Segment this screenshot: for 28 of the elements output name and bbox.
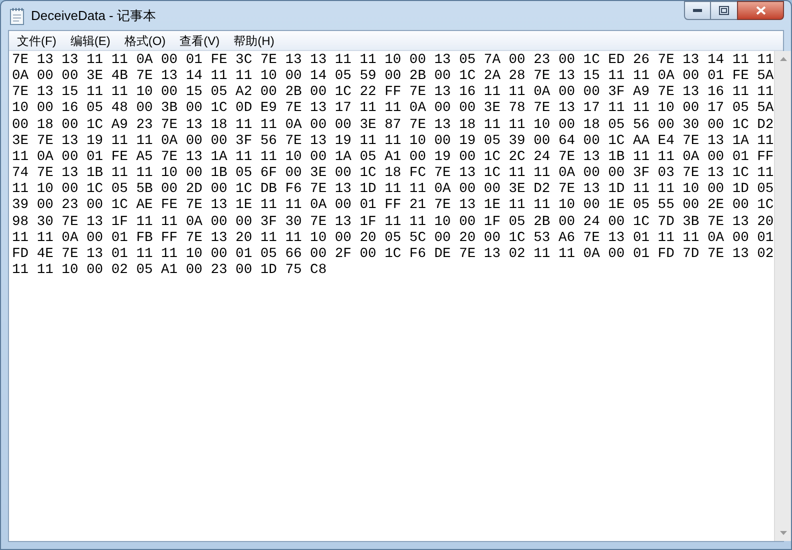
text-line: 0A 00 00 3E 4B 7E 13 14 11 11 10 00 14 05 59 00 2B 00 1C 2A 28 7E 13 15 11 11 0A 00 01 FE 5A (12, 69, 774, 86)
text-line: 7E 13 15 11 11 10 00 15 05 A2 00 2B 00 1C 22 FF 7E 13 16 11 11 0A 00 00 3F A9 7E 13 16 11 11 (12, 85, 774, 102)
text-line: 11 11 0A 00 01 FB FF 7E 13 20 11 11 10 00 20 05 5C 00 20 00 1C 53 A6 7E 13 01 11 11 0A 00 01 (12, 230, 774, 247)
minimize-button[interactable] (684, 1, 711, 20)
menu-item[interactable]: 文件(F) (11, 32, 62, 50)
menu-item[interactable]: 帮助(H) (228, 32, 280, 50)
maximize-button[interactable] (711, 1, 737, 20)
text-line: 11 11 10 00 02 05 A1 00 23 00 1D 75 C8 (12, 263, 327, 280)
menu-item[interactable]: 编辑(E) (64, 32, 116, 50)
notepad-icon (9, 6, 25, 25)
menu-item[interactable]: 查看(V) (174, 32, 226, 50)
vertical-scrollbar[interactable] (774, 51, 791, 541)
text-line: 10 00 16 05 48 00 3B 00 1C 0D E9 7E 13 17 11 11 0A 00 00 3E 78 7E 13 17 11 11 10 00 17 05 5A (12, 101, 774, 118)
text-line: 39 00 23 00 1C AE FE 7E 13 1E 11 11 0A 00 01 FF 21 7E 13 1E 11 11 10 00 1E 05 55 00 2E 00 1C (12, 198, 774, 215)
text-line: 11 0A 00 01 FE A5 7E 13 1A 11 11 10 00 1A 05 A1 00 19 00 1C 2C 24 7E 13 1B 11 11 0A 00 01 FF (12, 150, 774, 166)
text-line: FD 4E 7E 13 01 11 11 10 00 01 05 66 00 2F 00 1C F6 DE 7E 13 02 11 11 0A 00 01 FD 7D 7E 13 02 (12, 246, 774, 264)
text-line: 11 10 00 1C 05 5B 00 2D 00 1C DB F6 7E 13 1D 11 11 0A 00 00 3E D2 7E 13 1D 11 11 10 00 1D 05 (12, 182, 774, 198)
menu-item[interactable]: 格式(O) (118, 32, 172, 50)
close-icon (756, 6, 766, 15)
text-line: 00 18 00 1C A9 23 7E 13 18 11 11 0A 00 00 3E 87 7E 13 18 11 11 10 00 18 05 56 00 30 00 1C D2 (12, 118, 774, 134)
text-line: 98 30 7E 13 1F 11 11 0A 00 00 3F 30 7E 13 1F 11 11 10 00 1F 05 2B 00 24 00 1C 7D 3B 7E 13 20 (12, 214, 774, 231)
text-line: 3E 7E 13 19 11 11 0A 00 00 3F 56 7E 13 19 11 11 10 00 19 05 39 00 64 00 1C AA E4 7E 13 1A 11 (12, 134, 774, 150)
close-button[interactable] (737, 1, 784, 20)
text-line: 74 7E 13 1B 11 11 10 00 1B 05 6F 00 3E 00 1C 18 FC 7E 13 1C 11 11 0A 00 00 3F 03 7E 13 1C 11 (12, 166, 774, 182)
window-title: DeceiveData - 记事本 (31, 7, 156, 25)
minimize-icon (693, 9, 702, 12)
text-line: 7E 13 13 11 11 0A 00 01 FE 3C 7E 13 13 11 11 10 00 13 05 7A 00 23 00 1C ED 26 7E 13 14 11 11 (12, 53, 774, 70)
restore-icon (719, 6, 729, 15)
